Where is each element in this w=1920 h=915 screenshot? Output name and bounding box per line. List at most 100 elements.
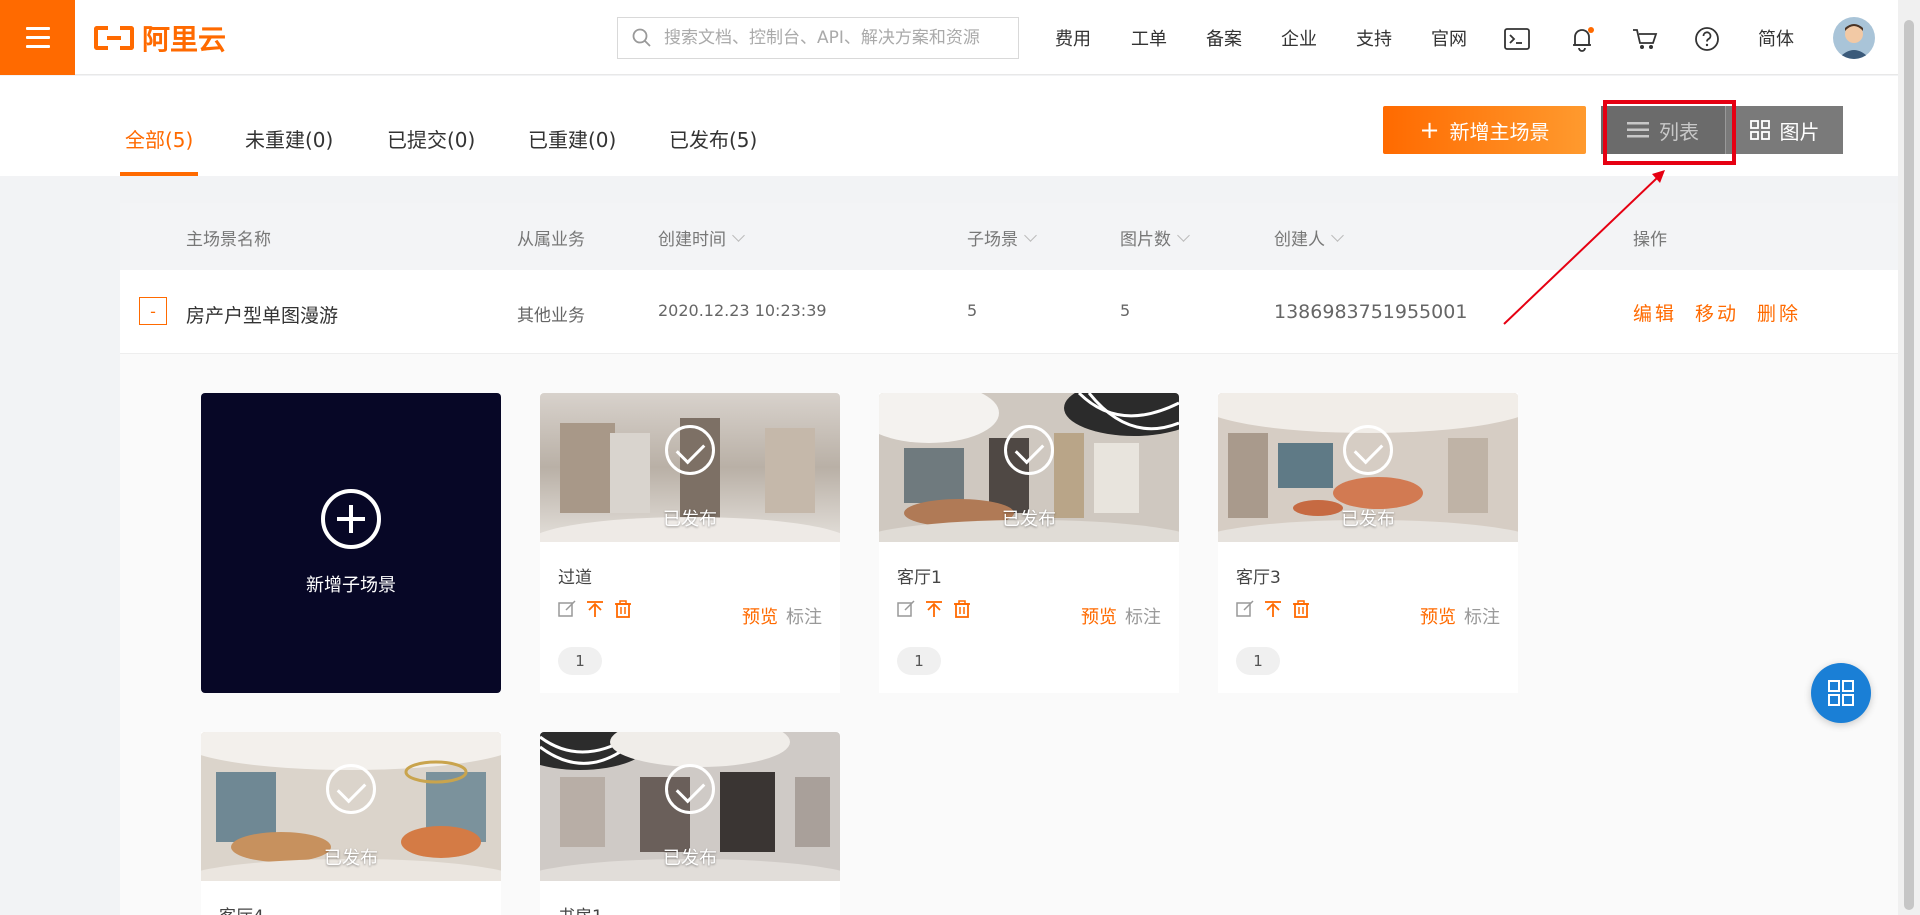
published-check-icon	[326, 764, 376, 814]
add-main-scene-button[interactable]: + 新增主场景	[1383, 106, 1586, 154]
nav-fees[interactable]: 费用	[1055, 22, 1091, 54]
scrollbar-thumb[interactable]	[1904, 20, 1914, 910]
card-links: 预览 标注	[1420, 603, 1500, 629]
search-icon	[632, 28, 651, 47]
terminal-icon[interactable]	[1503, 25, 1531, 53]
subscene-title: 过道	[558, 568, 592, 588]
search-box[interactable]	[617, 17, 1019, 59]
row-actions: 编辑 移动 删除	[1633, 299, 1801, 326]
cart-icon[interactable]	[1631, 25, 1659, 53]
panorama-thumbnail[interactable]: 已发布	[540, 393, 840, 542]
col-operations: 操作	[1633, 230, 1667, 250]
preview-link[interactable]: 预览	[742, 603, 778, 629]
add-subscene-label: 新增子场景	[306, 575, 396, 596]
published-check-icon	[665, 425, 715, 475]
help-icon[interactable]	[1693, 25, 1721, 53]
top-navbar: 阿里云 费用 工单 备案 企业 支持 官网 简体	[0, 0, 1898, 75]
subscene-card[interactable]: 已发布 书房1	[540, 732, 840, 915]
plus-icon: +	[1419, 116, 1440, 144]
tab-published[interactable]: 已发布(5)	[669, 124, 757, 153]
tab-all[interactable]: 全部(5)	[125, 124, 193, 153]
plus-circle-icon	[321, 489, 381, 549]
published-check-icon	[1004, 425, 1054, 475]
annotate-link[interactable]: 标注	[1464, 603, 1500, 629]
edit-icon[interactable]	[558, 600, 576, 618]
col-creator[interactable]: 创建人	[1274, 225, 1344, 250]
trash-icon[interactable]	[614, 600, 632, 618]
grid-icon	[1749, 120, 1770, 140]
nav-enterprise[interactable]: 企业	[1281, 22, 1317, 54]
tab-not-rebuilt[interactable]: 未重建(0)	[245, 124, 333, 153]
scene-business: 其他业务	[517, 306, 585, 326]
scene-image-count: 5	[1120, 301, 1131, 320]
vertical-scrollbar[interactable]	[1898, 0, 1920, 915]
highlight-box	[1603, 100, 1736, 165]
status-label: 已发布	[663, 509, 717, 530]
card-links: 预览 标注	[742, 603, 822, 629]
add-main-scene-label: 新增主场景	[1449, 119, 1550, 144]
preview-link[interactable]: 预览	[1420, 603, 1456, 629]
col-sub-scenes[interactable]: 子场景	[967, 225, 1037, 250]
scene-sub-count: 5	[967, 301, 978, 320]
subscene-title: 客厅3	[1236, 568, 1281, 588]
bell-icon[interactable]	[1568, 25, 1596, 53]
sort-chevron-icon	[732, 228, 745, 242]
nav-official-site[interactable]: 官网	[1431, 22, 1467, 54]
col-images[interactable]: 图片数	[1120, 225, 1190, 250]
pin-top-icon[interactable]	[925, 600, 943, 618]
annotate-link[interactable]: 标注	[1125, 603, 1161, 629]
panorama-thumbnail[interactable]: 已发布	[201, 732, 501, 881]
nav-tickets[interactable]: 工单	[1131, 22, 1167, 54]
subscene-card[interactable]: 已发布 客厅3 预览 标注 1	[1218, 393, 1518, 693]
edit-link[interactable]: 编辑	[1633, 299, 1677, 326]
annotate-link[interactable]: 标注	[786, 603, 822, 629]
add-subscene-card[interactable]: 新增子场景	[201, 393, 501, 693]
search-input[interactable]	[664, 28, 1004, 48]
edit-icon[interactable]	[1236, 600, 1254, 618]
image-count-badge: 1	[897, 647, 941, 675]
tab-submitted[interactable]: 已提交(0)	[387, 124, 475, 153]
subscene-title: 客厅1	[897, 568, 942, 588]
preview-link[interactable]: 预览	[1081, 603, 1117, 629]
trash-icon[interactable]	[1292, 600, 1310, 618]
language-switch[interactable]: 简体	[1758, 22, 1794, 54]
edit-icon[interactable]	[897, 600, 915, 618]
sort-chevron-icon	[1177, 228, 1190, 242]
panorama-thumbnail[interactable]: 已发布	[540, 732, 840, 881]
subscene-card[interactable]: 已发布 客厅1 预览 标注 1	[879, 393, 1179, 693]
status-label: 已发布	[324, 848, 378, 869]
aliyun-logo-icon	[94, 24, 134, 52]
picture-view-label: 图片	[1779, 119, 1820, 144]
picture-view-button[interactable]: 图片	[1725, 106, 1843, 154]
subscene-card[interactable]: 已发布 客厅4	[201, 732, 501, 915]
aliyun-logo[interactable]: 阿里云	[94, 22, 226, 56]
grid-icon	[1828, 680, 1854, 706]
panorama-thumbnail[interactable]: 已发布	[879, 393, 1179, 542]
tab-rebuilt[interactable]: 已重建(0)	[528, 124, 616, 153]
col-business: 从属业务	[517, 230, 585, 250]
scene-name: 房产户型单图漫游	[186, 305, 339, 327]
subscene-card[interactable]: 已发布 过道 预览 标注 1	[540, 393, 840, 693]
card-links: 预览 标注	[1081, 603, 1161, 629]
card-tools	[1236, 600, 1310, 618]
collapse-toggle[interactable]: -	[139, 297, 167, 325]
nav-icp[interactable]: 备案	[1206, 22, 1242, 54]
subscene-title: 客厅4	[219, 902, 264, 915]
nav-support[interactable]: 支持	[1356, 22, 1392, 54]
pin-top-icon[interactable]	[586, 600, 604, 618]
move-link[interactable]: 移动	[1695, 299, 1739, 326]
trash-icon[interactable]	[953, 600, 971, 618]
col-created-time[interactable]: 创建时间	[658, 225, 745, 250]
menu-icon[interactable]	[0, 0, 75, 75]
panorama-thumbnail[interactable]: 已发布	[1218, 393, 1518, 542]
pin-top-icon[interactable]	[1264, 600, 1282, 618]
image-count-badge: 1	[558, 647, 602, 675]
scene-creator: 1386983751955001	[1274, 301, 1468, 323]
avatar[interactable]	[1833, 17, 1875, 59]
sort-chevron-icon	[1331, 228, 1344, 242]
published-check-icon	[1343, 425, 1393, 475]
card-tools	[558, 600, 632, 618]
floating-apps-button[interactable]	[1811, 663, 1871, 723]
delete-link[interactable]: 删除	[1757, 299, 1801, 326]
scene-created: 2020.12.23 10:23:39	[658, 301, 827, 320]
